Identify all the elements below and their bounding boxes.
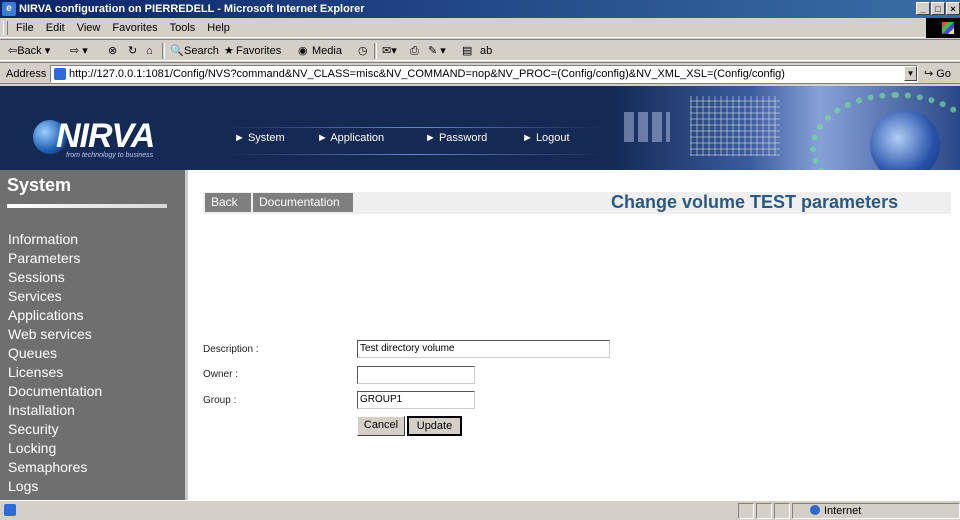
sidebar-item-applications[interactable]: Applications xyxy=(8,306,102,325)
refresh-icon[interactable]: ↻ xyxy=(128,40,137,62)
media-button[interactable]: Media xyxy=(312,40,342,62)
home-icon[interactable]: ⌂ xyxy=(146,40,153,62)
close-button[interactable]: × xyxy=(946,2,960,15)
main-content: Back Documentation Change volume TEST pa… xyxy=(191,170,960,500)
zone-label: Internet xyxy=(824,505,862,517)
sidebar-item-information[interactable]: Information xyxy=(8,230,102,249)
page-title: Change volume TEST parameters xyxy=(611,192,899,212)
print-icon[interactable]: ⎙ xyxy=(410,40,419,62)
address-dropdown-icon[interactable]: ▼ xyxy=(904,66,917,81)
window-controls: _ □ × xyxy=(915,2,960,15)
sidebar-item-queues[interactable]: Queues xyxy=(8,344,102,363)
site-header: NIRVA from technology to business ► Syst… xyxy=(0,86,960,170)
menu-favorites[interactable]: Favorites xyxy=(106,18,163,38)
sidebar-item-licenses[interactable]: Licenses xyxy=(8,363,102,382)
sidebar-item-locking[interactable]: Locking xyxy=(8,439,102,458)
toolbar-grip[interactable] xyxy=(3,21,8,35)
sidebar-item-sessions[interactable]: Sessions xyxy=(8,268,102,287)
status-pane xyxy=(738,503,754,519)
menu-file[interactable]: File xyxy=(10,18,40,38)
update-button[interactable]: Update xyxy=(407,416,462,436)
windows-flag-icon xyxy=(926,18,960,38)
owner-field[interactable] xyxy=(357,366,475,384)
go-label: Go xyxy=(936,68,951,80)
media-icon: ◉ xyxy=(298,45,308,57)
search-icon: 🔍 xyxy=(170,45,184,57)
menu-tools[interactable]: Tools xyxy=(164,18,202,38)
nav-application[interactable]: ► Application xyxy=(317,132,384,144)
minimize-button[interactable]: _ xyxy=(916,2,930,15)
forward-button[interactable]: ⇨ ▾ xyxy=(70,40,88,62)
sidebar-menu: Information Parameters Sessions Services… xyxy=(8,230,102,496)
favorites-icon: ★ xyxy=(224,45,234,57)
edit-icon[interactable]: ✎ ▾ xyxy=(428,40,446,62)
sidebar-divider xyxy=(7,204,167,208)
group-field[interactable]: GROUP1 xyxy=(357,391,475,409)
maximize-button[interactable]: □ xyxy=(931,2,945,15)
messenger-icon[interactable]: ab xyxy=(480,40,492,62)
favorites-button[interactable]: Favorites xyxy=(236,40,281,62)
documentation-link[interactable]: Documentation xyxy=(253,193,353,212)
header-decoration xyxy=(610,86,960,170)
menu-help[interactable]: Help xyxy=(201,18,236,38)
menu-view[interactable]: View xyxy=(71,18,107,38)
sidebar-item-documentation[interactable]: Documentation xyxy=(8,382,102,401)
history-icon[interactable]: ◷ xyxy=(358,40,368,62)
search-button[interactable]: Search xyxy=(184,40,219,62)
window-title: NIRVA configuration on PIERREDELL - Micr… xyxy=(19,3,365,15)
nav-system[interactable]: ► System xyxy=(234,132,285,144)
nav-divider-bottom xyxy=(225,154,605,155)
menu-bar: File Edit View Favorites Tools Help xyxy=(0,18,960,38)
sidebar-title: System xyxy=(7,175,72,195)
go-arrow-icon: ↪ xyxy=(924,68,934,80)
standard-toolbar: ⇦Back ▾ ⇨ ▾ ⊗ ↻ ⌂ 🔍 Search ★ Favorites ◉… xyxy=(0,39,960,61)
address-url[interactable]: http://127.0.0.1:1081/Config/NVS?command… xyxy=(69,66,785,82)
sidebar-item-services[interactable]: Services xyxy=(8,287,102,306)
title-bar: e NIRVA configuration on PIERREDELL - Mi… xyxy=(0,0,960,18)
globe-icon xyxy=(810,505,820,515)
sidebar-item-security[interactable]: Security xyxy=(8,420,102,439)
discuss-icon[interactable]: ▤ xyxy=(462,40,472,62)
nav-password[interactable]: ► Password xyxy=(425,132,487,144)
sidebar-item-semaphores[interactable]: Semaphores xyxy=(8,458,102,477)
go-button[interactable]: ↪ Go xyxy=(924,63,951,85)
description-field[interactable]: Test directory volume xyxy=(357,340,610,358)
cancel-button[interactable]: Cancel xyxy=(357,416,405,436)
stop-icon[interactable]: ⊗ xyxy=(108,40,117,62)
nav-divider-top xyxy=(225,127,605,128)
back-link[interactable]: Back xyxy=(205,193,251,212)
address-bar: Address http://127.0.0.1:1081/Config/NVS… xyxy=(0,62,960,84)
sidebar: System Information Parameters Sessions S… xyxy=(0,170,188,500)
page-icon xyxy=(54,68,66,80)
sidebar-item-parameters[interactable]: Parameters xyxy=(8,249,102,268)
sidebar-item-installation[interactable]: Installation xyxy=(8,401,102,420)
status-bar: Internet xyxy=(0,500,960,520)
group-label: Group : xyxy=(203,395,237,406)
nav-logout[interactable]: ► Logout xyxy=(522,132,570,144)
menu-edit[interactable]: Edit xyxy=(40,18,71,38)
page-status-icon xyxy=(4,504,16,516)
ie-logo-icon: e xyxy=(2,2,16,16)
mail-icon[interactable]: ✉▾ xyxy=(382,40,397,62)
back-button[interactable]: ⇦Back ▾ xyxy=(8,40,50,62)
nirva-logo[interactable]: NIRVA xyxy=(56,118,155,154)
tagline: from technology to business xyxy=(66,152,154,159)
address-input[interactable]: http://127.0.0.1:1081/Config/NVS?command… xyxy=(50,65,918,83)
security-zone: Internet xyxy=(810,503,861,519)
sidebar-item-logs[interactable]: Logs xyxy=(8,477,102,496)
description-label: Description : xyxy=(203,344,259,355)
page-viewport: NIRVA from technology to business ► Syst… xyxy=(0,86,960,500)
status-pane xyxy=(774,503,790,519)
owner-label: Owner : xyxy=(203,369,239,380)
sidebar-item-web-services[interactable]: Web services xyxy=(8,325,102,344)
address-label: Address xyxy=(6,68,47,80)
status-pane xyxy=(756,503,772,519)
